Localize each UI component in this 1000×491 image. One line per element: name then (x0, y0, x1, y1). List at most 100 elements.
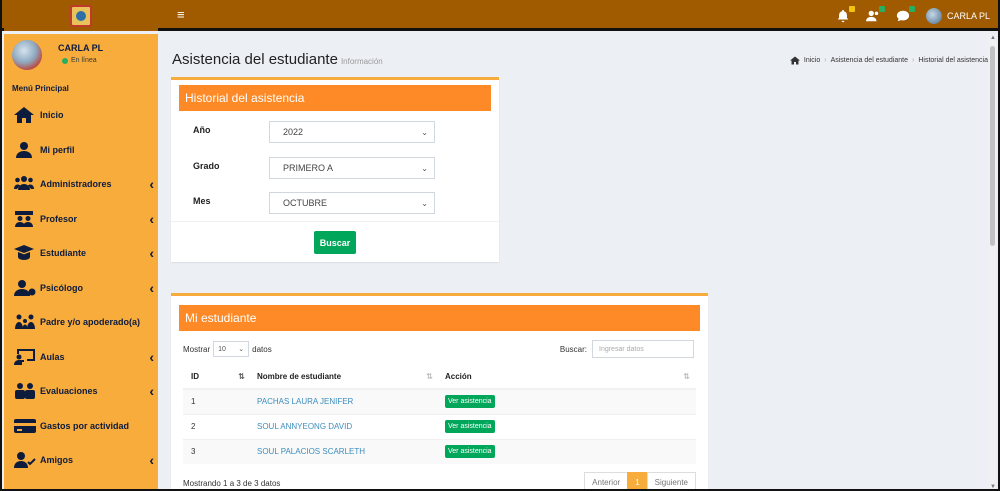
chat-icon[interactable] (896, 5, 915, 23)
chalkboard-icon (14, 348, 36, 365)
sidebar-item-evaluaciones[interactable]: Evaluaciones ‹ (4, 374, 158, 409)
home-icon (14, 107, 36, 124)
student-name-link[interactable]: SOUL ANNYEONG DAVID (257, 422, 352, 431)
sidebar-item-inicio[interactable]: Inicio (4, 98, 158, 133)
students-table: ID ⇅ Nombre de estudiante ⇅ Acción ⇅ 1 P… (183, 364, 696, 464)
family-icon (14, 314, 36, 330)
pagination-next[interactable]: Siguiente (646, 472, 696, 489)
grade-select[interactable]: PRIMERO A ⌄ (269, 157, 435, 179)
app-window: ≡ CARLA PL CARLA PL En línea Menú Princi… (0, 0, 1000, 491)
sidebar-item-psicologo[interactable]: Psicólogo ‹ (4, 271, 158, 306)
brand-logo-area[interactable] (4, 0, 158, 31)
user-doctor-icon (14, 279, 36, 296)
user-check-icon (14, 452, 36, 469)
table-info: Mostrando 1 a 3 de 3 datos (183, 479, 281, 488)
chevron-left-icon: ‹ (149, 210, 154, 227)
column-header-label: Acción (445, 371, 472, 381)
page-length-value: 10 (218, 345, 226, 353)
sidebar-item-label: Aulas (40, 351, 65, 362)
month-select[interactable]: OCTUBRE ⌄ (269, 192, 435, 214)
page-length-control: Mostrar 10 ⌄ datos (183, 341, 272, 357)
sidebar-item-administradores[interactable]: Administradores ‹ (4, 167, 158, 202)
search-button[interactable]: Buscar (314, 231, 356, 254)
year-select-value: 2022 (283, 127, 304, 137)
breadcrumb-separator: › (824, 57, 827, 64)
chevron-left-icon: ‹ (149, 383, 154, 400)
breadcrumb-item-inicio[interactable]: Inicio (804, 57, 820, 64)
sidebar-toggle-icon[interactable]: ≡ (177, 8, 189, 21)
page-scrollbar[interactable]: ▲ ▼ (989, 34, 996, 489)
online-status-text: En línea (71, 57, 97, 64)
sidebar-item-mi-perfil[interactable]: Mi perfil (4, 133, 158, 168)
users-icon[interactable] (865, 5, 885, 23)
avatar (925, 7, 942, 24)
scroll-up-icon[interactable]: ▲ (990, 35, 996, 41)
chevron-down-icon: ⌄ (421, 164, 428, 173)
show-label: Mostrar (183, 344, 211, 354)
table-row: 3 SOUL PALACIOS SCARLETH Ver asistencia (183, 438, 696, 464)
sidebar-item-gastos[interactable]: Gastos por actividad (4, 409, 158, 444)
sidebar-item-label: Psicólogo (40, 282, 84, 293)
page-length-select[interactable]: 10 ⌄ (213, 341, 250, 357)
scroll-down-icon[interactable]: ▼ (990, 484, 996, 489)
pagination-page[interactable]: 1 (627, 472, 648, 489)
column-header-label: ID (191, 371, 199, 381)
page-title-text: Asistencia del estudiante (172, 51, 338, 68)
sidebar-item-estudiante[interactable]: Estudiante ‹ (4, 236, 158, 271)
search-input[interactable]: Ingresar datos (592, 340, 694, 358)
student-name-link[interactable]: PACHAS LAURA JENIFER (257, 397, 353, 406)
online-status: En línea (62, 57, 97, 64)
cell-id: 2 (183, 413, 251, 439)
students-box: Mi estudiante Mostrar 10 ⌄ datos Buscar:… (171, 293, 708, 489)
sort-icon: ⇅ (426, 372, 433, 381)
table-header-row: ID ⇅ Nombre de estudiante ⇅ Acción ⇅ (183, 364, 696, 390)
chevron-left-icon: ‹ (149, 348, 154, 365)
sort-icon: ⇅ (683, 372, 690, 381)
view-attendance-button[interactable]: Ver asistencia (445, 420, 495, 433)
attendance-history-header: Historial del asistencia (179, 85, 491, 111)
sidebar-item-label: Padre y/o apoderado(a) (40, 317, 141, 328)
breadcrumb: Inicio › Asistencia del estudiante › His… (789, 56, 988, 65)
sidebar-item-label: Evaluaciones (40, 386, 98, 397)
chevron-down-icon: ⌄ (421, 199, 428, 208)
box-footer-divider (171, 221, 499, 222)
attendance-history-box: Historial del asistencia Año 2022 ⌄ Grad… (171, 77, 499, 262)
credit-card-icon (14, 418, 36, 434)
top-navbar-actions: CARLA PL (836, 0, 990, 31)
sidebar-item-aulas[interactable]: Aulas ‹ (4, 340, 158, 375)
year-select[interactable]: 2022 ⌄ (269, 121, 435, 143)
sidebar-item-label: Mi perfil (40, 144, 75, 155)
view-attendance-button[interactable]: Ver asistencia (445, 395, 495, 409)
view-attendance-button[interactable]: Ver asistencia (445, 445, 495, 459)
table-row: 1 PACHAS LAURA JENIFER Ver asistencia (183, 388, 696, 414)
top-user-name: CARLA PL (946, 10, 990, 21)
cell-id: 3 (183, 438, 251, 464)
breadcrumb-item-asistencia[interactable]: Asistencia del estudiante (831, 57, 908, 64)
main-content: Asistencia del estudiante Información Ini… (160, 34, 998, 489)
page-title: Asistencia del estudiante Información (172, 51, 383, 68)
column-header-action[interactable]: Acción ⇅ (439, 364, 696, 390)
grade-label: Grado (193, 161, 220, 171)
user-menu[interactable]: CARLA PL (925, 7, 990, 24)
sidebar-item-padre-apoderado[interactable]: Padre y/o apoderado(a) (4, 305, 158, 340)
top-navbar: ≡ CARLA PL (2, 0, 998, 31)
column-header-name[interactable]: Nombre de estudiante ⇅ (251, 364, 439, 390)
graduation-cap-icon (14, 245, 36, 261)
sidebar-item-profesor[interactable]: Profesor ‹ (4, 202, 158, 237)
users-badge (878, 5, 885, 12)
cell-id: 1 (183, 388, 251, 414)
page-subtitle: Información (340, 57, 383, 66)
bell-icon[interactable] (836, 5, 855, 23)
pagination-prev[interactable]: Anterior (584, 472, 629, 489)
sidebar-item-label: Gastos por actividad (40, 420, 130, 431)
sidebar-item-label: Profesor (40, 213, 78, 224)
sidebar-item-label: Amigos (40, 455, 74, 466)
sidebar-item-amigos[interactable]: Amigos ‹ (4, 443, 158, 478)
teacher-icon (14, 210, 36, 227)
menu-header: Menú Principal (12, 84, 69, 93)
student-name-link[interactable]: SOUL PALACIOS SCARLETH (257, 447, 365, 456)
column-header-id[interactable]: ID ⇅ (183, 364, 251, 390)
table-search: Buscar: Ingresar datos (560, 340, 694, 358)
breadcrumb-item-historial: Historial del asistencia (918, 57, 988, 64)
scrollbar-thumb[interactable] (990, 46, 995, 246)
